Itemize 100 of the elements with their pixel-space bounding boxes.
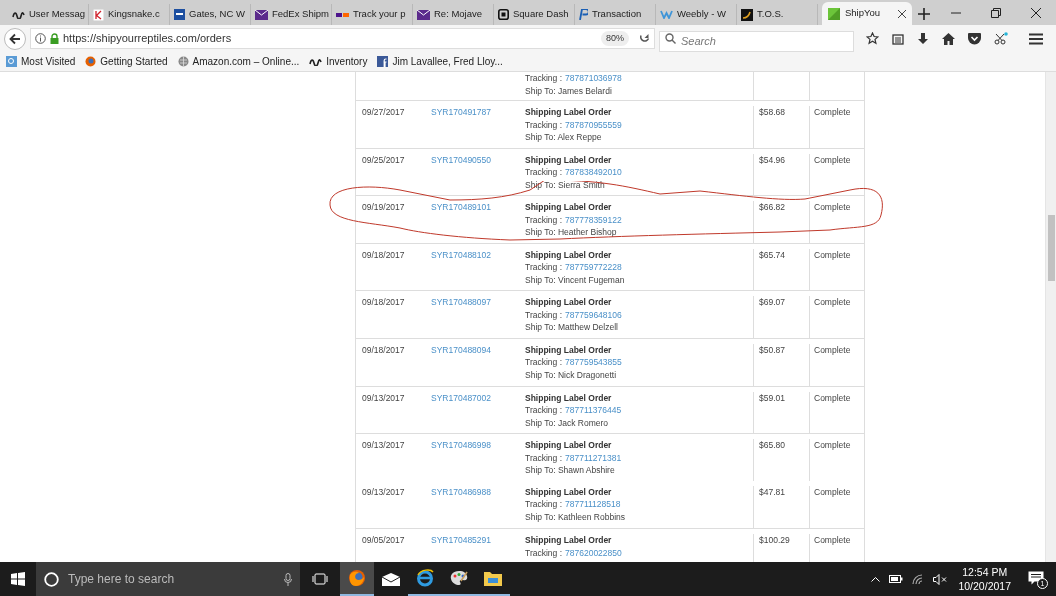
- tab-title: Transaction: [592, 7, 642, 22]
- tab-title: T.O.S.: [757, 7, 784, 22]
- order-number-link[interactable]: SYR170488094: [431, 343, 492, 357]
- bookmark-item[interactable]: Getting Started: [85, 54, 168, 69]
- ship-to-text: Ship To: Kathleen Robbins: [525, 510, 626, 524]
- square-logo-icon: [828, 7, 840, 20]
- tracking-number-link[interactable]: 787620022850: [565, 546, 622, 560]
- cortana-circle-icon: [44, 571, 59, 587]
- order-number-link[interactable]: SYR170485291: [431, 534, 492, 547]
- order-date: 09/05/2017: [362, 534, 405, 547]
- ship-to-text: Ship To: James Belardi: [525, 84, 612, 97]
- tracking-number-link[interactable]: 787711376445: [565, 404, 622, 417]
- order-number-link[interactable]: SYR170488102: [431, 248, 492, 262]
- download-icon[interactable]: [917, 32, 929, 45]
- order-number-link[interactable]: SYR170488097: [431, 296, 492, 309]
- tab-title: ShipYou: [845, 6, 881, 21]
- tracking-number-link[interactable]: 787711271381: [565, 451, 622, 465]
- order-amount: $69.07: [759, 296, 785, 309]
- taskbar-search-field[interactable]: Type here to search: [36, 562, 300, 596]
- magnifier-page-icon: [6, 56, 17, 67]
- order-number-link[interactable]: SYR170489101: [431, 201, 492, 214]
- microphone-icon[interactable]: [284, 572, 292, 586]
- order-date: 09/13/2017: [362, 391, 405, 405]
- square-logo-icon: [498, 9, 509, 20]
- wifi-icon[interactable]: [912, 573, 925, 585]
- clock[interactable]: 12:54 PM 10/20/2017: [956, 565, 1013, 593]
- order-status: Complete: [814, 248, 851, 262]
- order-date: 09/18/2017: [362, 248, 405, 262]
- tab-title: Kingsnake.c: [108, 7, 160, 22]
- pocket-icon[interactable]: [968, 32, 981, 45]
- tracking-label: Tracking :: [525, 451, 562, 465]
- order-number-link[interactable]: SYR170490550: [431, 153, 492, 167]
- restore-icon: [991, 7, 1001, 18]
- order-number-link[interactable]: SYR170486998: [431, 439, 492, 452]
- star-icon[interactable]: [866, 32, 879, 45]
- task-view-icon: [312, 573, 328, 585]
- scissors-icon[interactable]: [994, 32, 1008, 45]
- tracking-number-link[interactable]: 787759772228: [565, 261, 622, 274]
- caret-up-icon[interactable]: [871, 576, 881, 582]
- tracking-number-link[interactable]: 787871036978: [565, 72, 622, 85]
- browser-tab[interactable]: ShipYou: [822, 2, 912, 25]
- reload-icon[interactable]: [639, 33, 650, 44]
- url-text: https://shipyourreptiles.com/orders: [63, 31, 232, 47]
- scrollbar[interactable]: [1045, 72, 1056, 562]
- envelope-icon: [255, 9, 268, 20]
- firefox-taskbar-button[interactable]: [340, 562, 374, 596]
- tab-title: Square Dash: [513, 7, 569, 22]
- order-status: Complete: [814, 201, 851, 214]
- order-amount: $50.87: [759, 343, 785, 357]
- battery-icon[interactable]: [889, 575, 904, 583]
- tab-title: Track your p: [353, 7, 406, 22]
- notification-icon[interactable]: [1028, 571, 1044, 585]
- order-date: 09/18/2017: [362, 296, 405, 309]
- ship-to-text: Ship To: Shawn Abshire: [525, 464, 615, 477]
- order-number-link[interactable]: SYR170491787: [431, 106, 492, 119]
- minimize-icon: [951, 11, 961, 14]
- zoom-level-badge[interactable]: 80%: [601, 30, 629, 47]
- order-status: Complete: [814, 153, 851, 167]
- order-date: 09/13/2017: [362, 439, 405, 452]
- tracking-number-link[interactable]: 787838492010: [565, 166, 622, 179]
- address-bar[interactable]: https://shipyourreptiles.com/orders 80%: [30, 28, 655, 49]
- ship-to-text: Ship To: Jack Romero: [525, 416, 608, 430]
- menu-icon[interactable]: [1029, 32, 1043, 45]
- order-description: Shipping Label Order: [525, 296, 612, 309]
- order-number-link[interactable]: SYR170486988: [431, 485, 492, 499]
- ship-to-text: Ship To: Vincent Fugeman: [525, 273, 625, 287]
- tracking-number-link[interactable]: 787711128518: [565, 498, 621, 511]
- letter-k-logo-icon: [93, 8, 104, 21]
- order-amount: $66.82: [759, 201, 785, 214]
- folder-icon: [484, 570, 502, 586]
- tracking-number-link[interactable]: 787870955559: [565, 118, 622, 131]
- tab-title: User Messag: [29, 7, 85, 22]
- order-status: Complete: [814, 439, 851, 452]
- scrollbar-thumb[interactable]: [1048, 215, 1055, 281]
- muted-speaker-icon[interactable]: [933, 573, 948, 585]
- clipboard-icon[interactable]: [892, 32, 904, 45]
- clock-date: 10/20/2017: [958, 579, 1011, 593]
- order-status: Complete: [814, 343, 851, 357]
- order-description: Shipping Label Order: [525, 439, 612, 452]
- tracking-number-link[interactable]: 787759543855: [565, 356, 622, 369]
- tracking-number-link[interactable]: 787778359122: [565, 213, 622, 227]
- close-icon[interactable]: [898, 9, 906, 18]
- order-description: Shipping Label Order: [525, 534, 612, 547]
- home-icon[interactable]: [942, 32, 955, 45]
- search-field[interactable]: Search: [659, 30, 854, 52]
- tracking-label: Tracking :: [525, 404, 562, 417]
- order-amount: $65.74: [759, 248, 785, 262]
- bookmark-item[interactable]: Inventory: [309, 54, 368, 69]
- ship-to-text: Ship To: Matthew Delzell: [525, 321, 618, 334]
- order-amount: $58.68: [759, 106, 785, 119]
- order-number-link[interactable]: SYR170487002: [431, 391, 492, 405]
- order-date: 09/27/2017: [362, 106, 405, 119]
- bookmark-item[interactable]: Jim Lavallee, Fred Lloy...: [377, 54, 503, 69]
- bookmark-item[interactable]: Most Visited: [6, 54, 76, 69]
- bookmark-item[interactable]: Amazon.com – Online...: [177, 54, 300, 69]
- tracking-number-link[interactable]: 787759648106: [565, 308, 622, 322]
- order-amount: $47.81: [759, 485, 785, 499]
- order-description: Shipping Label Order: [525, 106, 612, 119]
- back-button[interactable]: [4, 27, 26, 50]
- tracking-label: Tracking :: [525, 261, 562, 274]
